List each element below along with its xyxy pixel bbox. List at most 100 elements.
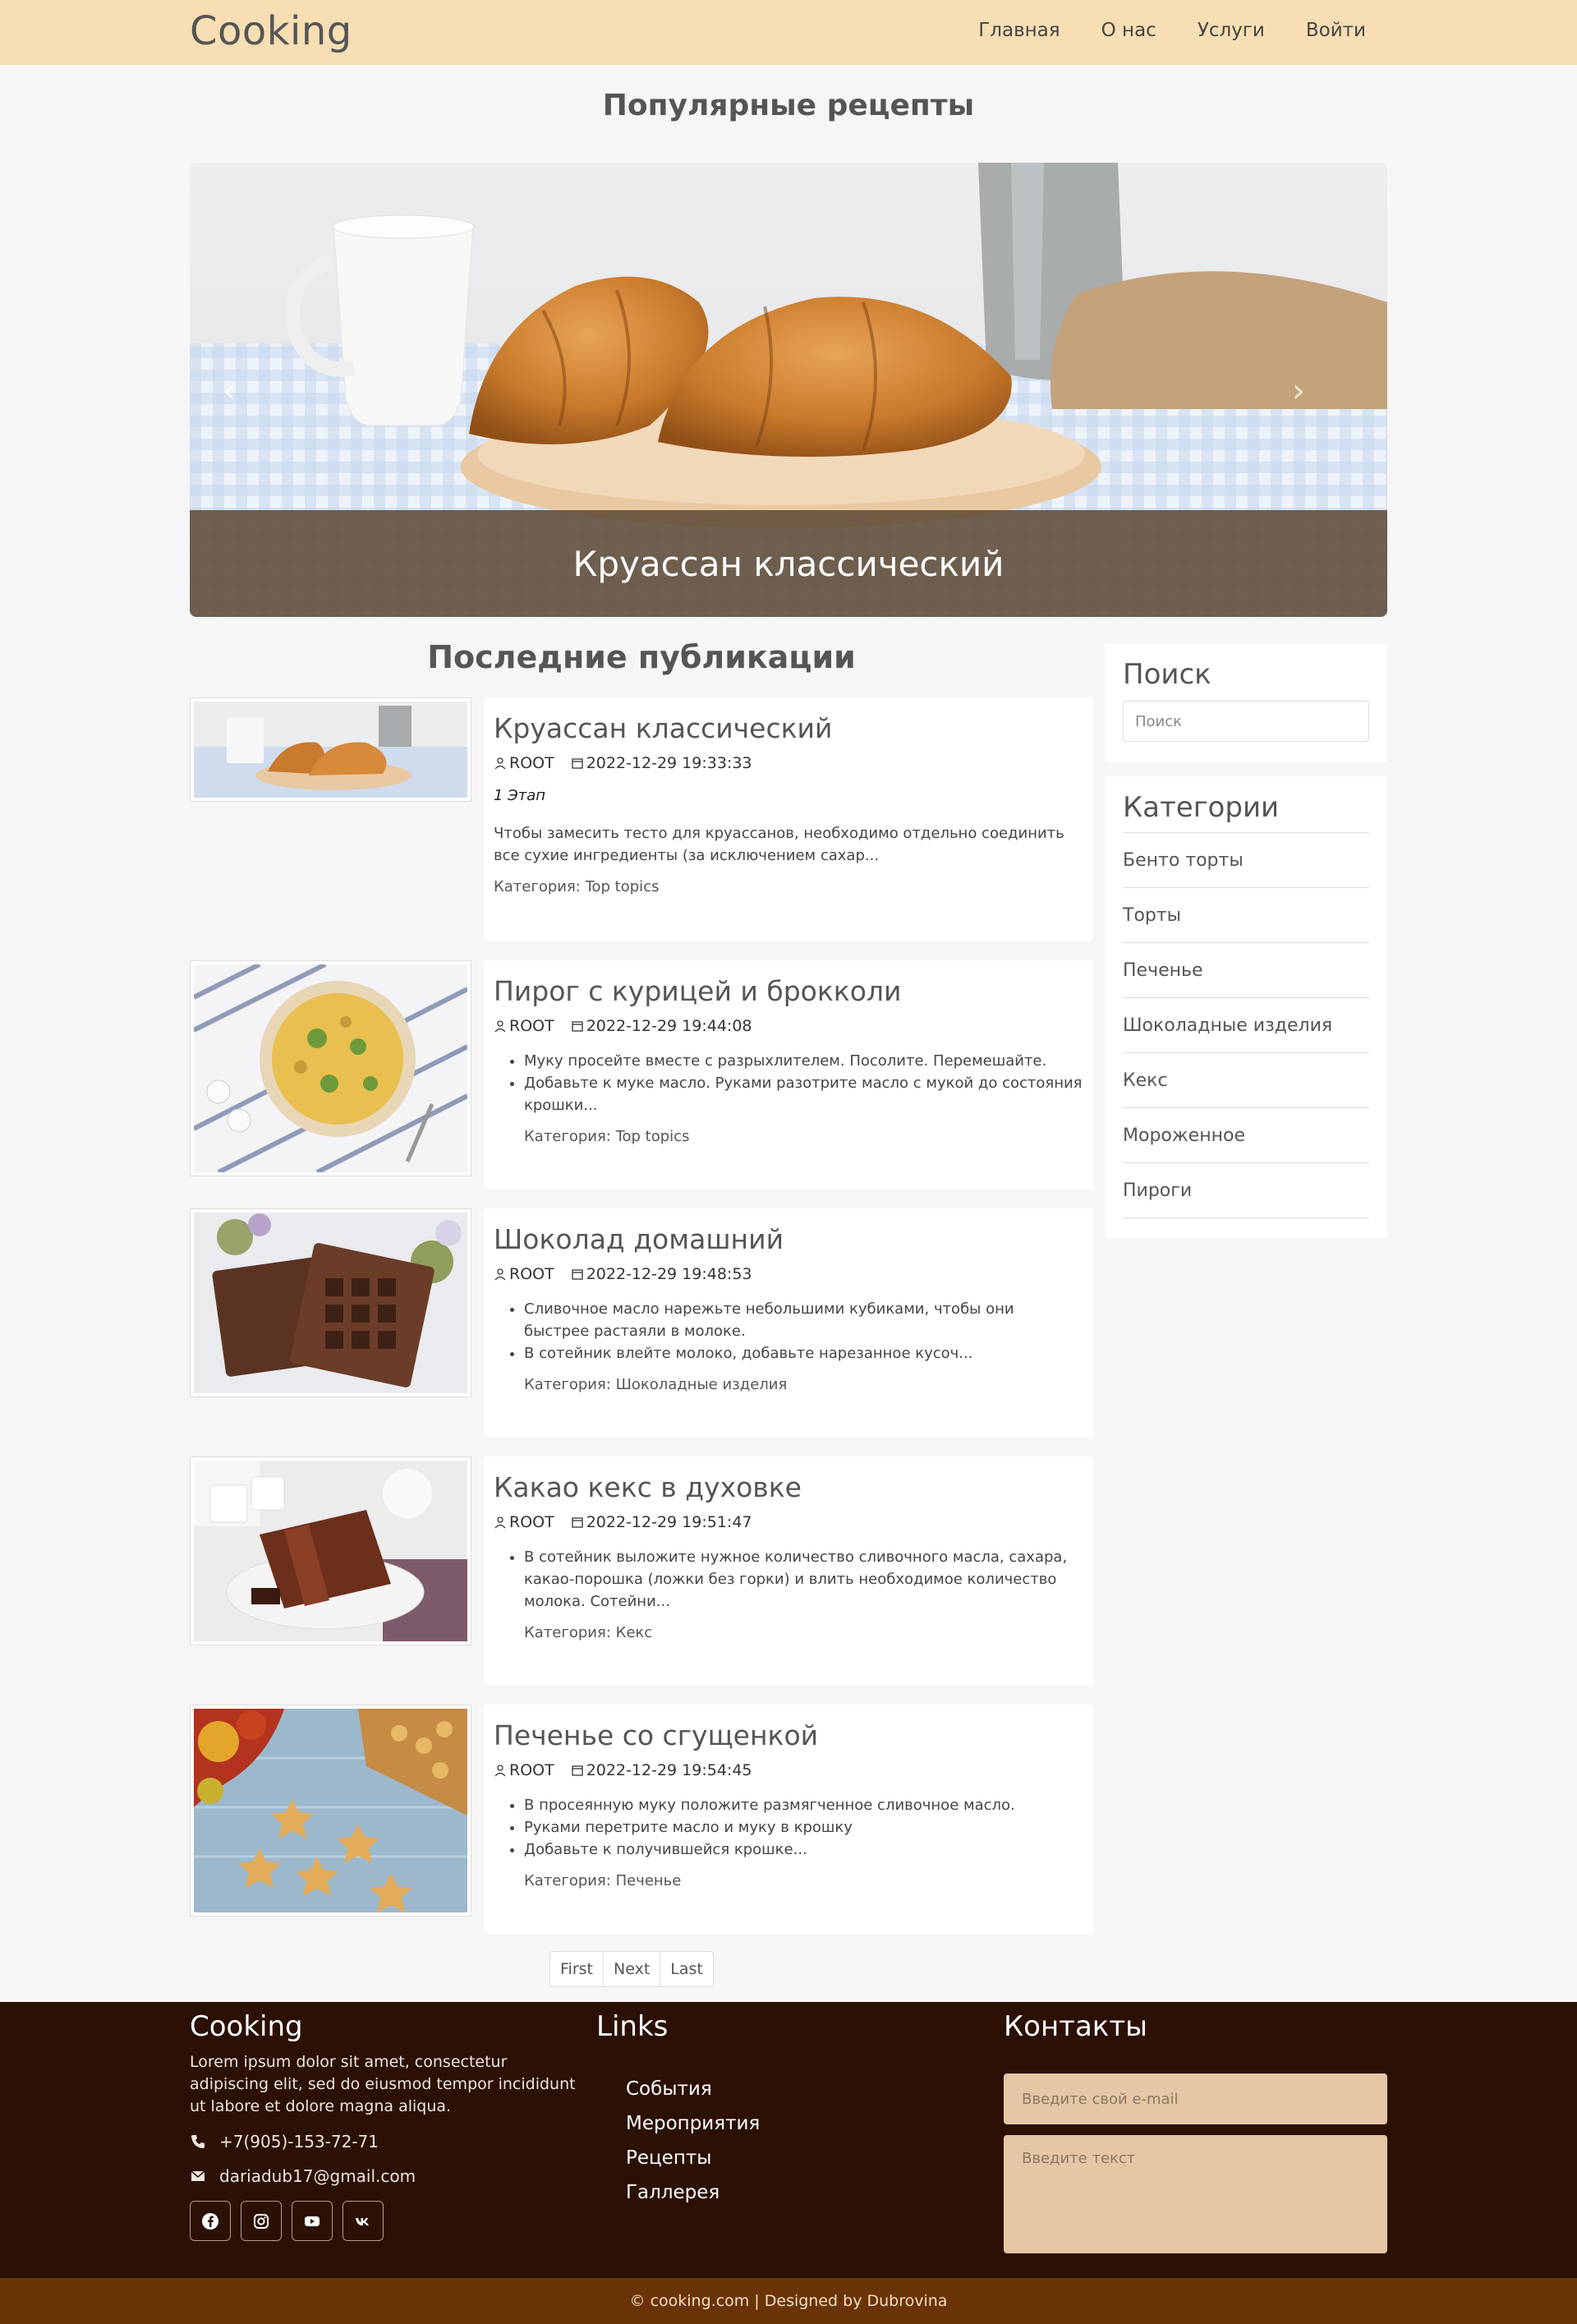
footer-links: События Мероприятия Рецепты Галлерея bbox=[626, 2072, 760, 2210]
footer: Cooking Lorem ipsum dolor sit amet, cons… bbox=[0, 2002, 1577, 2278]
post-body: Круассан классический ROOT 2022-12-29 19… bbox=[484, 697, 1093, 941]
user-icon bbox=[494, 1020, 506, 1033]
post-body: Пирог с курицей и брокколи ROOT 2022-12-… bbox=[484, 960, 1093, 1190]
footer-email-text[interactable]: dariadub17@gmail.com bbox=[219, 2166, 416, 2186]
nav-link-login[interactable]: Войти bbox=[1306, 20, 1366, 41]
pagination: First Next Last bbox=[549, 1951, 714, 1987]
post-thumbnail[interactable] bbox=[190, 1705, 471, 1917]
post-date: 2022-12-29 19:33:33 bbox=[586, 754, 752, 772]
post-category[interactable]: Категория: Top topics bbox=[494, 878, 1083, 895]
categories-widget-title: Категории bbox=[1123, 791, 1280, 824]
post-steps: Муку просейте вместе с разрыхлителем. По… bbox=[494, 1050, 1083, 1116]
post-date: 2022-12-29 19:44:08 bbox=[586, 1017, 752, 1035]
post-step: Добавьте к муке масло. Руками разотрите … bbox=[524, 1072, 1083, 1116]
user-icon bbox=[494, 1765, 506, 1777]
category-item[interactable]: Бенто торты bbox=[1123, 833, 1369, 888]
post-title[interactable]: Печенье со сгущенкой bbox=[494, 1719, 1083, 1751]
post-category[interactable]: Категория: Top topics bbox=[494, 1128, 1083, 1145]
search-input[interactable] bbox=[1123, 701, 1369, 742]
post-author: ROOT bbox=[509, 1513, 554, 1531]
nav-link-about[interactable]: О нас bbox=[1101, 20, 1156, 41]
category-item[interactable]: Торты bbox=[1123, 888, 1369, 943]
post-step: В просеянную муку положите размягченное … bbox=[524, 1794, 1083, 1816]
calendar-icon bbox=[572, 1517, 583, 1528]
post-meta: ROOT 2022-12-29 19:44:08 bbox=[494, 1017, 1083, 1035]
nav-link-services[interactable]: Услуги bbox=[1198, 20, 1265, 41]
chocolate-image bbox=[194, 1213, 467, 1393]
category-item[interactable]: Мороженное bbox=[1123, 1108, 1369, 1163]
post-body: Печенье со сгущенкой ROOT 2022-12-29 19:… bbox=[484, 1705, 1093, 1934]
user-icon bbox=[494, 757, 506, 770]
post-title[interactable]: Шоколад домашний bbox=[494, 1223, 1083, 1255]
pagination-first[interactable]: First bbox=[550, 1952, 604, 1986]
popular-recipes-title: Популярные рецепты bbox=[602, 89, 975, 122]
pagination-next[interactable]: Next bbox=[604, 1952, 661, 1986]
footer-link-gallery[interactable]: Галлерея bbox=[626, 2175, 760, 2210]
categories-list: Бенто торты Торты Печенье Шоколадные изд… bbox=[1123, 832, 1369, 1218]
post-body: Какао кекс в духовке ROOT 2022-12-29 19:… bbox=[484, 1457, 1093, 1686]
footer-links-title: Links bbox=[596, 2010, 669, 2043]
facebook-icon[interactable] bbox=[190, 2201, 231, 2241]
footer-brand: Cooking bbox=[190, 2010, 303, 2043]
carousel-prev-icon[interactable]: ‹ bbox=[223, 372, 236, 410]
category-item[interactable]: Кекс bbox=[1123, 1053, 1369, 1108]
footer-about-text: Lorem ipsum dolor sit amet, consectetur … bbox=[190, 2053, 576, 2115]
popular-carousel[interactable]: ‹ › Круассан классический bbox=[190, 163, 1387, 617]
slide-caption-text: Круассан классический bbox=[572, 543, 1005, 584]
post-author: ROOT bbox=[509, 754, 554, 772]
calendar-icon bbox=[572, 1765, 583, 1776]
navbar: Cooking Главная О нас Услуги Войти bbox=[0, 0, 1577, 65]
user-icon bbox=[494, 1268, 506, 1281]
footer-phone-text: +7(905)-153-72-71 bbox=[219, 2132, 379, 2151]
footer-phone: +7(905)-153-72-71 bbox=[190, 2132, 379, 2151]
post-thumbnail[interactable] bbox=[190, 1208, 471, 1397]
post-date: 2022-12-29 19:48:53 bbox=[586, 1265, 752, 1283]
post-category[interactable]: Категория: Шоколадные изделия bbox=[494, 1376, 1083, 1393]
post-step: В сотейник влейте молоко, добавьте нарез… bbox=[524, 1342, 1083, 1364]
carousel-next-icon[interactable]: › bbox=[1292, 372, 1305, 410]
post-excerpt: Чтобы замесить тесто для круассанов, нео… bbox=[494, 825, 1064, 864]
cookies-image bbox=[194, 1709, 467, 1912]
post-body: Шоколад домашний ROOT 2022-12-29 19:48:5… bbox=[484, 1208, 1093, 1438]
post-title[interactable]: Какао кекс в духовке bbox=[494, 1471, 1083, 1503]
category-item[interactable]: Печенье bbox=[1123, 943, 1369, 998]
instagram-icon[interactable] bbox=[241, 2201, 282, 2241]
footer-link-recipes[interactable]: Рецепты bbox=[626, 2141, 760, 2175]
post-title[interactable]: Пирог с курицей и брокколи bbox=[494, 975, 1083, 1007]
contact-message-textarea[interactable] bbox=[1004, 2135, 1387, 2253]
chicken-broccoli-pie-image bbox=[194, 964, 467, 1172]
footer-link-activities[interactable]: Мероприятия bbox=[626, 2106, 760, 2141]
post-category[interactable]: Категория: Печенье bbox=[494, 1872, 1083, 1889]
post-stage: 1 Этап bbox=[494, 787, 546, 804]
contact-email-input[interactable] bbox=[1004, 2073, 1387, 2124]
post-thumbnail[interactable] bbox=[190, 697, 471, 802]
post-thumbnail[interactable] bbox=[190, 1457, 471, 1645]
post-title[interactable]: Круассан классический bbox=[494, 712, 1083, 744]
user-icon bbox=[494, 1516, 506, 1529]
category-item[interactable]: Пироги bbox=[1123, 1163, 1369, 1218]
category-item[interactable]: Шоколадные изделия bbox=[1123, 998, 1369, 1053]
social-links bbox=[190, 2201, 384, 2241]
youtube-icon[interactable] bbox=[292, 2201, 333, 2241]
categories-widget: Категории Бенто торты Торты Печенье Шоко… bbox=[1105, 776, 1387, 1238]
post-steps: В просеянную муку положите размягченное … bbox=[494, 1794, 1083, 1861]
vk-icon[interactable] bbox=[343, 2201, 384, 2241]
brand-logo[interactable]: Cooking bbox=[190, 8, 352, 54]
calendar-icon bbox=[572, 1269, 583, 1280]
post-date: 2022-12-29 19:54:45 bbox=[586, 1761, 752, 1779]
post-step: Добавьте к получившейся крошке... bbox=[524, 1838, 1083, 1861]
footer-link-events[interactable]: События bbox=[626, 2072, 760, 2106]
carousel-caption: Круассан классический bbox=[190, 510, 1387, 617]
post-thumbnail[interactable] bbox=[190, 960, 471, 1176]
latest-publications-title: Последние публикации bbox=[427, 639, 856, 675]
copyright-bar: © cooking.com | Designed by Dubrovina bbox=[0, 2278, 1577, 2324]
post-step: Руками перетрите масло и муку в крошку bbox=[524, 1816, 1083, 1838]
search-widget-title: Поиск bbox=[1123, 658, 1211, 691]
post-step: В сотейник выложите нужное количество сл… bbox=[524, 1546, 1083, 1613]
calendar-icon bbox=[572, 1021, 583, 1032]
search-widget: Поиск bbox=[1105, 643, 1387, 762]
pagination-last[interactable]: Last bbox=[660, 1952, 713, 1986]
nav-link-home[interactable]: Главная bbox=[978, 20, 1060, 41]
post-category[interactable]: Категория: Кекс bbox=[494, 1624, 1083, 1641]
post-step: Сливочное масло нарежьте небольшими куби… bbox=[524, 1298, 1083, 1342]
